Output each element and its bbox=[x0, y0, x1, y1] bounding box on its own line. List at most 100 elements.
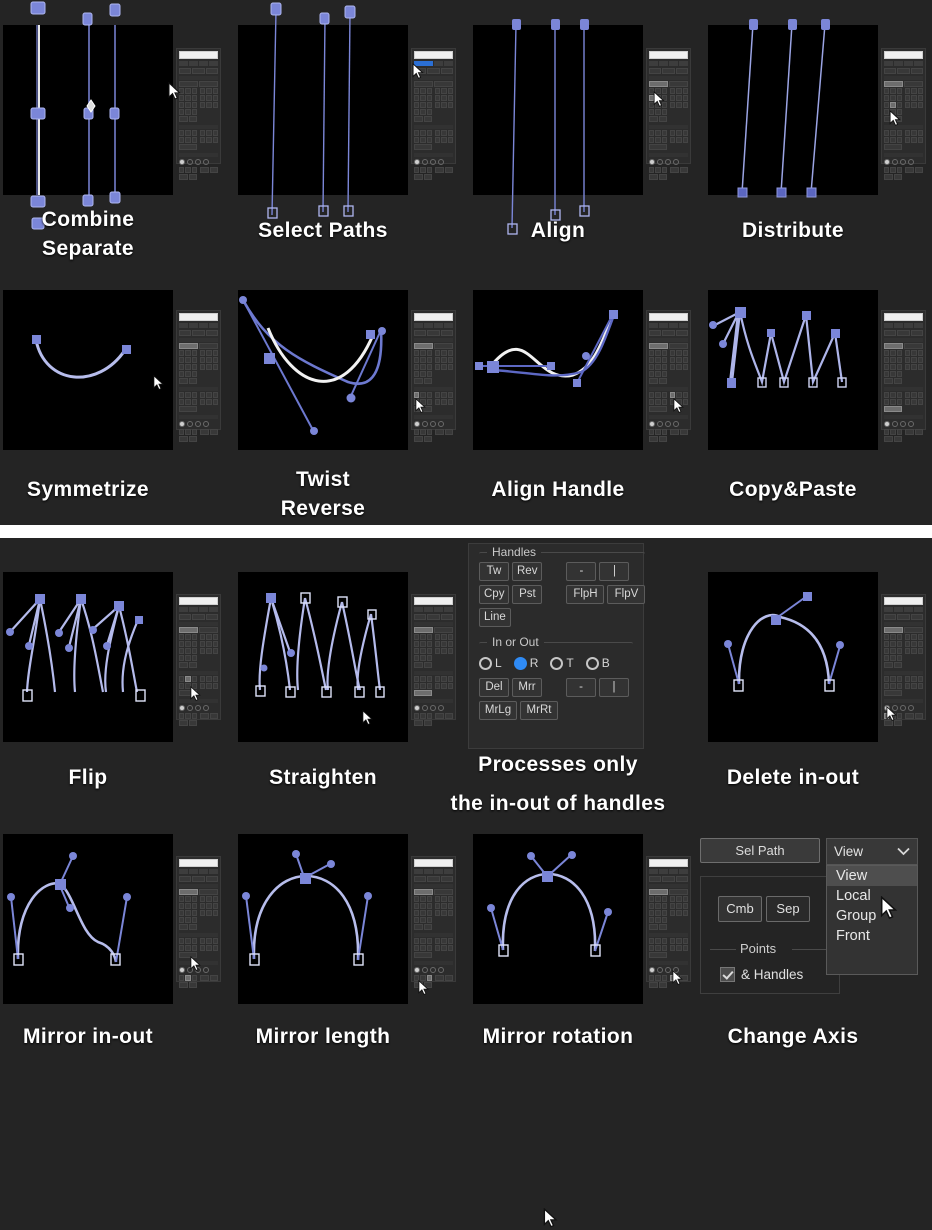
section-divider bbox=[0, 525, 932, 538]
caption-line: Symmetrize bbox=[27, 478, 149, 501]
caption-copy-paste: Copy&Paste bbox=[708, 475, 878, 504]
caption-line: Distribute bbox=[741, 219, 844, 242]
vertical-button[interactable]: | bbox=[599, 562, 630, 581]
points-rule-left bbox=[710, 949, 736, 950]
caption-line: Straighten bbox=[269, 766, 377, 789]
tile-delete-in-out bbox=[708, 572, 878, 742]
bottom-section: Flip Straighten Handles Tw Rev - | Cpy P… bbox=[0, 538, 932, 1228]
radio-t[interactable] bbox=[550, 656, 564, 670]
mini-inspector-10[interactable] bbox=[411, 594, 456, 726]
canvas-mirror-length bbox=[242, 850, 372, 966]
mini-inspector-14[interactable] bbox=[411, 856, 456, 988]
caption-line: Flip bbox=[68, 766, 108, 789]
caption-line: Align bbox=[530, 219, 586, 242]
cpy-button[interactable]: Cpy bbox=[479, 585, 510, 604]
combine-separate-buttons[interactable]: Cmb Sep bbox=[718, 896, 810, 922]
radio-l[interactable] bbox=[479, 656, 492, 670]
rev-button[interactable]: Rev bbox=[512, 562, 543, 581]
mrlg-button[interactable]: MrLg bbox=[479, 701, 517, 720]
mini-inspector-1[interactable] bbox=[176, 48, 221, 180]
caption-handles-panel: Processes only the in-out of handles bbox=[438, 750, 678, 818]
caption-line: Mirror in-out bbox=[22, 1025, 153, 1048]
in-or-out-fieldset: In or Out L R T B Del Mrr - | MrLg MrRt bbox=[479, 635, 633, 728]
caption-change-axis: Change Axis bbox=[708, 1022, 878, 1051]
radio-r[interactable] bbox=[513, 656, 527, 670]
caption-line: Processes only bbox=[478, 753, 638, 776]
change-axis-widget[interactable]: Sel Path View Cmb Sep Points & Handles V… bbox=[700, 834, 930, 1014]
mini-tabs[interactable] bbox=[414, 61, 453, 66]
caption-line: Select Paths bbox=[258, 219, 388, 242]
dropdown-option-front[interactable]: Front bbox=[827, 926, 917, 946]
handles-inspector-panel[interactable]: Handles Tw Rev - | Cpy Pst FlpH FlpV Lin… bbox=[468, 543, 646, 749]
dropdown-option-view[interactable]: View bbox=[827, 866, 917, 886]
canvas-symmetrize bbox=[32, 335, 131, 379]
mrr-button[interactable]: Mrr bbox=[512, 678, 542, 697]
mini-inspector-8[interactable] bbox=[881, 310, 926, 442]
mini-titlebar bbox=[414, 51, 453, 59]
line-button[interactable]: Line bbox=[479, 608, 511, 627]
mini-row[interactable] bbox=[179, 81, 218, 87]
del-button[interactable]: Del bbox=[479, 678, 509, 697]
inout-row-2: MrLg MrRt bbox=[479, 701, 633, 720]
mini-inspector-4[interactable] bbox=[881, 48, 926, 180]
radio-b[interactable] bbox=[585, 656, 599, 670]
mini-inspector-9[interactable] bbox=[176, 594, 221, 726]
caption-line: Delete in-out bbox=[726, 766, 860, 789]
inout-horizontal-button[interactable]: - bbox=[566, 678, 596, 697]
caption-line: Change Axis bbox=[727, 1025, 859, 1048]
axis-combobox[interactable]: View bbox=[826, 838, 918, 865]
mini-inspector-3[interactable] bbox=[646, 48, 691, 180]
handles-checkbox[interactable] bbox=[720, 967, 735, 982]
caption-line: Align Handle bbox=[491, 478, 625, 501]
cmb-button[interactable]: Cmb bbox=[718, 896, 762, 922]
tile-flip bbox=[3, 572, 173, 742]
tw-button[interactable]: Tw bbox=[479, 562, 509, 581]
handles-row-2: Cpy Pst FlpH FlpV bbox=[479, 585, 646, 604]
dropdown-option-local[interactable]: Local bbox=[827, 886, 917, 906]
inout-vertical-button[interactable]: | bbox=[599, 678, 629, 697]
sep-button[interactable]: Sep bbox=[766, 896, 810, 922]
handles-checkbox-row[interactable]: & Handles bbox=[720, 967, 803, 982]
caption-select-paths: Select Paths bbox=[238, 216, 408, 245]
dropdown-option-group[interactable]: Group bbox=[827, 906, 917, 926]
caption-delete-in-out: Delete in-out bbox=[708, 763, 878, 792]
tutorial-contact-sheet: Combine Separate Select Paths Align Dist… bbox=[0, 0, 932, 1228]
horizontal-button[interactable]: - bbox=[566, 562, 597, 581]
radio-l-label: L bbox=[495, 656, 502, 670]
mini-radio-group[interactable] bbox=[179, 159, 218, 165]
pst-button[interactable]: Pst bbox=[512, 585, 543, 604]
mouse-cursor-icon bbox=[543, 1208, 558, 1228]
mini-titlebar bbox=[179, 51, 218, 59]
caption-line: Combine bbox=[41, 208, 135, 231]
canvas-straighten bbox=[255, 592, 385, 698]
mini-inspector-13[interactable] bbox=[176, 856, 221, 988]
caption-align-handle: Align Handle bbox=[473, 475, 643, 504]
axis-dropdown-list[interactable]: View Local Group Front bbox=[826, 865, 918, 975]
mini-inspector-6[interactable] bbox=[411, 310, 456, 442]
caption-line: the in-out of handles bbox=[450, 792, 666, 815]
caption-line: Mirror rotation bbox=[482, 1025, 634, 1048]
caption-align: Align bbox=[473, 216, 643, 245]
mini-row[interactable] bbox=[179, 68, 218, 74]
mini-group-label bbox=[179, 76, 218, 80]
mini-inspector-7[interactable] bbox=[646, 310, 691, 442]
tile-mirror-rotation bbox=[473, 834, 643, 1004]
canvas-mirror-in-out bbox=[7, 852, 131, 966]
points-label: Points bbox=[740, 941, 777, 956]
caption-symmetrize: Symmetrize bbox=[3, 475, 173, 504]
mrrt-button[interactable]: MrRt bbox=[520, 701, 558, 720]
tile-copy-paste bbox=[708, 290, 878, 450]
caption-line: Twist bbox=[295, 468, 351, 491]
mini-inspector-12[interactable] bbox=[881, 594, 926, 726]
flpv-button[interactable]: FlpV bbox=[607, 585, 646, 604]
mini-inspector-2[interactable] bbox=[411, 48, 456, 180]
mini-tabs[interactable] bbox=[179, 61, 218, 66]
sel-path-button[interactable]: Sel Path bbox=[700, 838, 820, 863]
mini-inspector-15[interactable] bbox=[646, 856, 691, 988]
mini-inspector-5[interactable] bbox=[176, 310, 221, 442]
caption-line: Mirror length bbox=[255, 1025, 391, 1048]
handles-row-3: Line bbox=[479, 608, 645, 627]
tile-symmetrize bbox=[3, 290, 173, 450]
flph-button[interactable]: FlpH bbox=[566, 585, 605, 604]
in-out-radio-group[interactable]: L R T B bbox=[479, 656, 633, 670]
